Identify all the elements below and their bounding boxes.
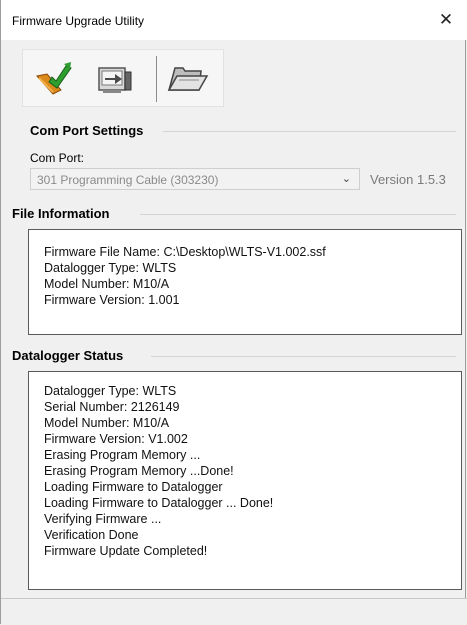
file-info-line: Model Number: M10/A [44, 277, 170, 291]
status-bar [1, 598, 467, 625]
com-port-group-title: Com Port Settings [30, 123, 144, 138]
status-log-line: Datalogger Type: WLTS [44, 384, 177, 398]
status-log-line: Firmware Version: V1.002 [44, 432, 188, 446]
status-log-line: Loading Firmware to Datalogger [44, 480, 223, 494]
status-log-line: Erasing Program Memory ...Done! [44, 464, 234, 478]
firmware-upgrade-window: Firmware Upgrade Utility ✕ Com Port Sett… [0, 0, 467, 625]
title-bar: Firmware Upgrade Utility ✕ [1, 0, 467, 40]
upgrade-button[interactable] [31, 56, 75, 100]
status-group-title: Datalogger Status [12, 348, 124, 363]
group-divider [140, 214, 456, 215]
status-log-line: Verifying Firmware ... [44, 512, 162, 526]
open-folder-icon [167, 67, 209, 91]
file-info-group-title: File Information [12, 206, 110, 221]
upgrade-icon [36, 62, 72, 95]
close-button[interactable]: ✕ [425, 0, 467, 40]
com-port-label: Com Port: [30, 151, 85, 165]
group-divider [163, 131, 456, 132]
transfer-button[interactable] [93, 56, 137, 100]
transfer-icon [98, 67, 132, 93]
version-label: Version 1.5.3 [370, 172, 446, 187]
status-log-line: Erasing Program Memory ... [44, 448, 201, 462]
status-log-line: Loading Firmware to Datalogger ... Done! [44, 496, 274, 510]
toolbar [22, 49, 224, 107]
open-folder-button[interactable] [165, 56, 209, 100]
window-title: Firmware Upgrade Utility [12, 14, 145, 28]
toolbar-separator [156, 56, 157, 102]
chevron-down-icon: ⌄ [341, 173, 351, 185]
group-divider [151, 356, 456, 357]
status-log-panel[interactable]: Datalogger Type: WLTS Serial Number: 212… [28, 371, 462, 590]
status-log-line: Serial Number: 2126149 [44, 400, 180, 414]
status-log-line: Firmware Update Completed! [44, 544, 208, 558]
status-log-line: Model Number: M10/A [44, 416, 170, 430]
close-icon: ✕ [438, 10, 454, 29]
file-info-line: Firmware Version: 1.001 [44, 293, 180, 307]
file-info-line: Firmware File Name: C:\Desktop\WLTS-V1.0… [44, 245, 326, 259]
status-log-line: Verification Done [44, 528, 139, 542]
file-info-panel: Firmware File Name: C:\Desktop\WLTS-V1.0… [28, 229, 462, 335]
com-port-select[interactable]: 301 Programming Cable (303230) ⌄ [30, 168, 360, 190]
file-info-line: Datalogger Type: WLTS [44, 261, 177, 275]
com-port-selected-value: 301 Programming Cable (303230) [37, 173, 219, 187]
